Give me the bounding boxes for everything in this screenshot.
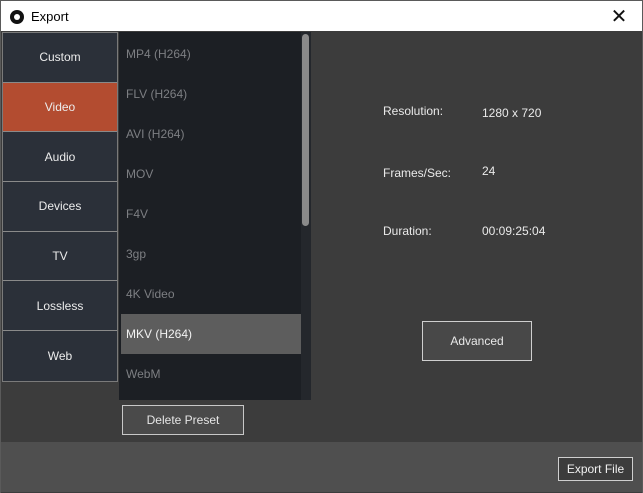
format-item-4k-video[interactable]: 4K Video [121, 274, 301, 314]
frames-per-sec-label: Frames/Sec: [383, 166, 452, 180]
sidebar-item-video[interactable]: Video [3, 82, 117, 133]
sidebar-item-custom[interactable]: Custom [3, 33, 117, 83]
format-label: F4V [126, 207, 149, 221]
format-label: AVI (H264) [126, 127, 185, 141]
sidebar-item-lossless[interactable]: Lossless [3, 281, 117, 332]
format-label: MOV [126, 167, 154, 181]
format-item-mp4[interactable]: MP4 (H264) [121, 34, 301, 74]
title-bar: Export ✕ [0, 0, 643, 31]
window-title: Export [31, 9, 69, 24]
resolution-label: Resolution: [383, 104, 444, 118]
sidebar-item-web[interactable]: Web [3, 331, 117, 381]
advanced-button[interactable]: Advanced [422, 321, 532, 361]
close-button[interactable]: ✕ [596, 1, 642, 31]
sidebar-item-label: Devices [38, 199, 82, 214]
format-label: 3gp [126, 247, 147, 261]
resolution-value: 1280 x 720 [482, 106, 542, 120]
format-label: MKV (H264) [126, 327, 193, 341]
format-item-3gp[interactable]: 3gp [121, 234, 301, 274]
sidebar-item-audio[interactable]: Audio [3, 132, 117, 183]
format-list: MP4 (H264) FLV (H264) AVI (H264) MOV F4V… [119, 32, 311, 400]
format-label: MP4 (H264) [126, 47, 191, 61]
duration-label: Duration: [383, 224, 432, 238]
export-file-button[interactable]: Export File [558, 457, 633, 481]
format-item-f4v[interactable]: F4V [121, 194, 301, 234]
sidebar-item-label: Custom [39, 50, 81, 65]
format-item-webm[interactable]: WebM [121, 354, 301, 394]
close-icon: ✕ [610, 5, 628, 28]
format-item-mov[interactable]: MOV [121, 154, 301, 194]
sidebar-item-label: Lossless [36, 298, 84, 313]
format-item-mkv[interactable]: MKV (H264) [121, 314, 301, 354]
sidebar-item-label: Video [44, 100, 76, 115]
duration-value: 00:09:25:04 [482, 224, 546, 238]
category-sidebar: Custom Video Audio Devices TV Lossless W… [2, 32, 118, 382]
format-item-flv[interactable]: FLV (H264) [121, 74, 301, 114]
scrollbar-thumb[interactable] [302, 34, 309, 226]
format-label: 4K Video [126, 287, 175, 301]
format-item-avi[interactable]: AVI (H264) [121, 114, 301, 154]
sidebar-item-label: Web [47, 348, 73, 363]
frames-per-sec-value: 24 [482, 164, 496, 178]
format-label: FLV (H264) [126, 87, 188, 101]
sidebar-item-label: TV [52, 249, 68, 264]
export-dialog: Custom Video Audio Devices TV Lossless W… [0, 31, 643, 493]
format-list-scrollbar[interactable] [301, 32, 311, 400]
delete-preset-button[interactable]: Delete Preset [122, 405, 244, 435]
sidebar-item-tv[interactable]: TV [3, 231, 117, 282]
sidebar-item-label: Audio [44, 149, 76, 164]
sidebar-item-devices[interactable]: Devices [3, 182, 117, 232]
format-label: WebM [126, 367, 161, 381]
app-logo-icon [10, 10, 24, 24]
footer-bar: Export File [1, 442, 642, 492]
